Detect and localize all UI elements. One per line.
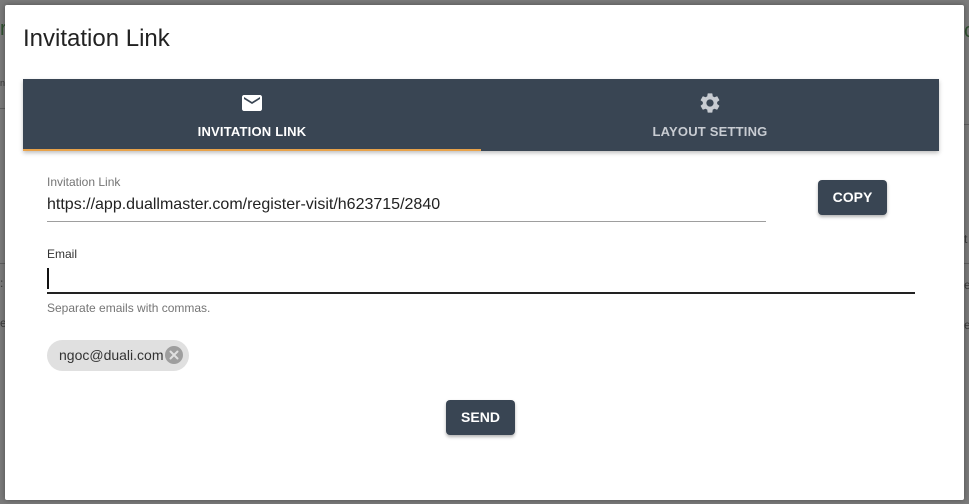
send-button[interactable]: SEND (446, 400, 515, 435)
copy-button[interactable]: COPY (818, 180, 887, 215)
background-divider (964, 263, 969, 264)
background-app-fragment: t (964, 232, 968, 246)
tab-invitation-link[interactable]: INVITATION LINK (23, 79, 481, 151)
background-divider (964, 124, 969, 125)
email-label: Email (47, 247, 78, 261)
email-field[interactable] (47, 268, 913, 290)
text-caret (47, 268, 49, 289)
invitation-link-field[interactable] (47, 196, 765, 214)
background-app-fragment: e (964, 278, 969, 292)
email-chip: ngoc@duali.com (47, 340, 189, 371)
invitation-dialog: Invitation Link INVITATION LINK LAYOUT S… (5, 5, 964, 500)
dialog-title: Invitation Link (23, 25, 170, 52)
tab-layout-setting[interactable]: LAYOUT SETTING (481, 79, 939, 151)
invitation-link-underline (47, 221, 766, 222)
gear-icon (698, 91, 722, 115)
email-underline (47, 292, 915, 294)
background-app-fragment: c (964, 20, 969, 42)
email-hint: Separate emails with commas. (47, 301, 211, 315)
mail-icon (240, 91, 264, 115)
background-app-fragment: e (964, 318, 969, 332)
tab-bar: INVITATION LINK LAYOUT SETTING (23, 79, 939, 151)
remove-chip-icon[interactable] (164, 345, 184, 365)
tab-layout-setting-label: LAYOUT SETTING (652, 124, 768, 139)
active-tab-indicator (23, 149, 481, 151)
email-chip-label: ngoc@duali.com (59, 347, 164, 363)
invitation-link-label: Invitation Link (47, 175, 121, 189)
background-app-fragment: : (0, 276, 4, 290)
tab-invitation-link-label: INVITATION LINK (197, 124, 307, 139)
